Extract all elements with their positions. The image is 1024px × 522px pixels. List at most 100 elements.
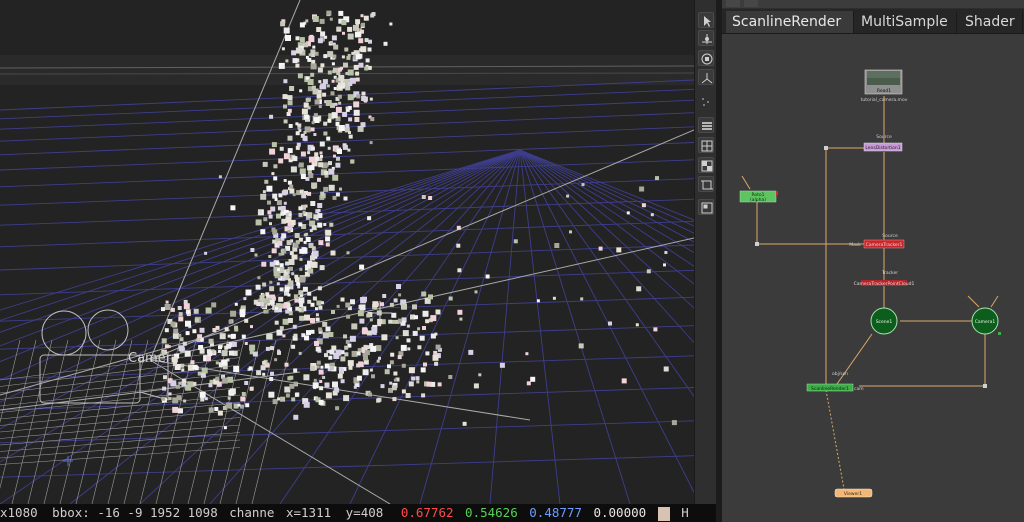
cloud-point xyxy=(289,184,294,189)
cloud-point xyxy=(282,318,289,325)
cloud-point xyxy=(328,355,333,360)
cloud-point xyxy=(315,217,319,221)
panel-float-button[interactable] xyxy=(744,0,758,7)
ground-grid-line xyxy=(519,149,631,504)
lens-distortion-node[interactable]: LensDistortion1 xyxy=(863,142,903,152)
cloud-point xyxy=(405,393,411,398)
cloud-point xyxy=(389,302,394,307)
cloud-point xyxy=(327,70,332,75)
tracker-source-label: Source xyxy=(882,233,898,239)
cloud-point xyxy=(187,381,194,388)
cloud-point xyxy=(243,297,247,301)
cloud-point xyxy=(626,211,630,215)
cloud-point xyxy=(288,259,295,265)
cloud-point xyxy=(316,300,322,306)
scanline-render-node[interactable]: ScanlineRender1 xyxy=(806,383,854,392)
cloud-point xyxy=(310,72,315,77)
cloud-point xyxy=(185,331,190,336)
cloud-point xyxy=(360,46,367,53)
cloud-point xyxy=(204,251,208,255)
cloud-point xyxy=(391,385,397,391)
cloud-point xyxy=(285,393,290,398)
cloud-point xyxy=(257,276,261,280)
cloud-point xyxy=(279,263,284,268)
scene-node[interactable]: Scene1 xyxy=(870,307,898,335)
cloud-point xyxy=(363,344,368,349)
cloud-point xyxy=(345,106,349,110)
cloud-point xyxy=(552,296,556,300)
floor-grid-line xyxy=(11,339,53,504)
cloud-point xyxy=(331,112,338,119)
cloud-point xyxy=(401,303,407,310)
tab-multisample[interactable]: MultiSample xyxy=(855,11,957,33)
point-cloud-node[interactable]: CameraTrackerPointCloud1 xyxy=(854,280,915,287)
cloud-point xyxy=(294,233,300,238)
read-node[interactable]: Read1 tutorial_camera.mov xyxy=(861,69,908,103)
render-lines-icon[interactable] xyxy=(698,117,714,133)
cloud-point xyxy=(256,370,262,376)
cloud-point xyxy=(398,293,402,297)
cloud-point xyxy=(320,31,326,37)
roto-node[interactable]: Roto1 (alpha) xyxy=(739,190,778,203)
cloud-point xyxy=(264,309,269,314)
cloud-point xyxy=(305,55,309,59)
pointer-icon[interactable] xyxy=(698,12,714,28)
cloud-point xyxy=(164,344,169,349)
cloud-point xyxy=(347,69,354,76)
cloud-point xyxy=(307,106,311,110)
camera-tracker-node[interactable]: CameraTracker1 xyxy=(863,239,905,249)
cloud-point xyxy=(283,104,287,109)
cloud-point xyxy=(277,240,283,246)
cloud-point xyxy=(383,41,388,46)
cloud-point xyxy=(303,102,308,107)
cloud-point xyxy=(298,212,303,217)
checker-icon[interactable] xyxy=(698,157,714,173)
cloud-point xyxy=(301,108,308,115)
cloud-point xyxy=(608,321,612,326)
viewer-node[interactable]: Viewer1 xyxy=(834,488,873,498)
rotate-icon[interactable] xyxy=(698,69,714,85)
camera-node-label: Camera1 xyxy=(975,319,996,325)
scale-icon[interactable] xyxy=(698,50,714,66)
cloud-point xyxy=(307,291,312,296)
cloud-point xyxy=(335,106,342,113)
camera-node[interactable]: Camera1 xyxy=(971,307,1001,335)
cloud-point xyxy=(297,126,301,130)
node-graph[interactable]: Read1 tutorial_camera.mov Source LensDis… xyxy=(722,34,1024,522)
cloud-point xyxy=(337,149,342,154)
viewer-canvas[interactable]: Camera xyxy=(0,0,694,504)
cloud-point xyxy=(342,111,348,117)
translate-icon[interactable] xyxy=(698,30,714,46)
tab-shader[interactable]: Shader xyxy=(959,11,1023,33)
panel-menu-button[interactable] xyxy=(726,0,740,7)
cloud-point xyxy=(671,420,677,426)
grid-icon[interactable] xyxy=(698,137,714,153)
cloud-point xyxy=(310,255,315,261)
cloud-point xyxy=(318,327,323,332)
frame-icon[interactable] xyxy=(698,176,714,192)
cloud-point xyxy=(295,277,300,283)
cloud-point xyxy=(422,310,429,317)
cloud-point xyxy=(389,22,393,26)
cloud-point xyxy=(340,379,345,384)
cloud-point xyxy=(315,317,320,322)
cloud-point xyxy=(397,355,402,360)
cloud-point xyxy=(554,243,560,248)
snap-icon[interactable] xyxy=(698,199,714,215)
cloud-point xyxy=(316,360,321,365)
cloud-point xyxy=(288,311,293,316)
cloud-point xyxy=(279,326,284,331)
roto-sub-label: (alpha) xyxy=(750,197,766,203)
cloud-point xyxy=(304,114,310,120)
points-icon[interactable] xyxy=(698,94,714,110)
cloud-point xyxy=(345,339,350,344)
cloud-point xyxy=(323,131,328,136)
3d-viewer[interactable]: Camera xyxy=(0,0,694,504)
cloud-point xyxy=(221,377,228,384)
cloud-point xyxy=(289,86,295,91)
cloud-point xyxy=(375,345,382,352)
cloud-point xyxy=(163,375,167,380)
tab-scanlinerender[interactable]: ScanlineRender xyxy=(726,11,854,33)
cloud-point xyxy=(434,361,439,366)
cloud-point xyxy=(284,286,290,292)
